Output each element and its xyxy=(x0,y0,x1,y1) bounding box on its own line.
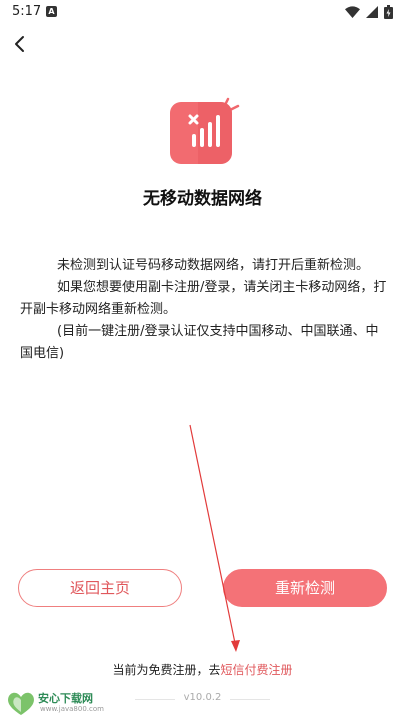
status-icons xyxy=(345,4,393,20)
message-line: 未检测到认证号码移动数据网络，请打开后重新检测。 xyxy=(57,258,370,273)
status-time: 5:17 xyxy=(12,4,42,19)
watermark-url: www.java800.com xyxy=(40,705,104,713)
retry-button[interactable]: 重新检测 xyxy=(223,569,387,607)
footer-note: 当前为免费注册，去短信付费注册 xyxy=(0,661,405,678)
battery-icon xyxy=(384,5,393,19)
page-title: 无移动数据网络 xyxy=(143,189,262,209)
watermark-logo-icon xyxy=(8,692,34,715)
wifi-icon xyxy=(345,6,360,18)
sms-register-link[interactable]: 短信付费注册 xyxy=(221,663,293,677)
footer-note-text: 当前为免费注册，去 xyxy=(112,663,221,677)
return-home-button[interactable]: 返回主页 xyxy=(18,569,182,607)
status-bar: 5:17 A xyxy=(0,0,405,24)
no-signal-icon xyxy=(170,96,242,166)
back-button[interactable] xyxy=(8,32,32,56)
notification-icon: A xyxy=(46,6,57,17)
back-arrow-icon xyxy=(15,36,24,52)
message-line: 如果您想要使用副卡注册/登录，请关闭主卡移动网络，打开副卡移动网络重新检测。 xyxy=(20,280,387,317)
watermark-title: 安心下载网 xyxy=(38,692,93,705)
divider xyxy=(230,699,270,700)
watermark: 安心下载网 www.java800.com xyxy=(6,690,106,716)
message-line: (目前一键注册/登录认证仅支持中国移动、中国联通、中国电信) xyxy=(20,324,379,361)
message-body: 未检测到认证号码移动数据网络，请打开后重新检测。 如果您想要使用副卡注册/登录，… xyxy=(20,255,390,365)
signal-icon xyxy=(366,6,378,18)
